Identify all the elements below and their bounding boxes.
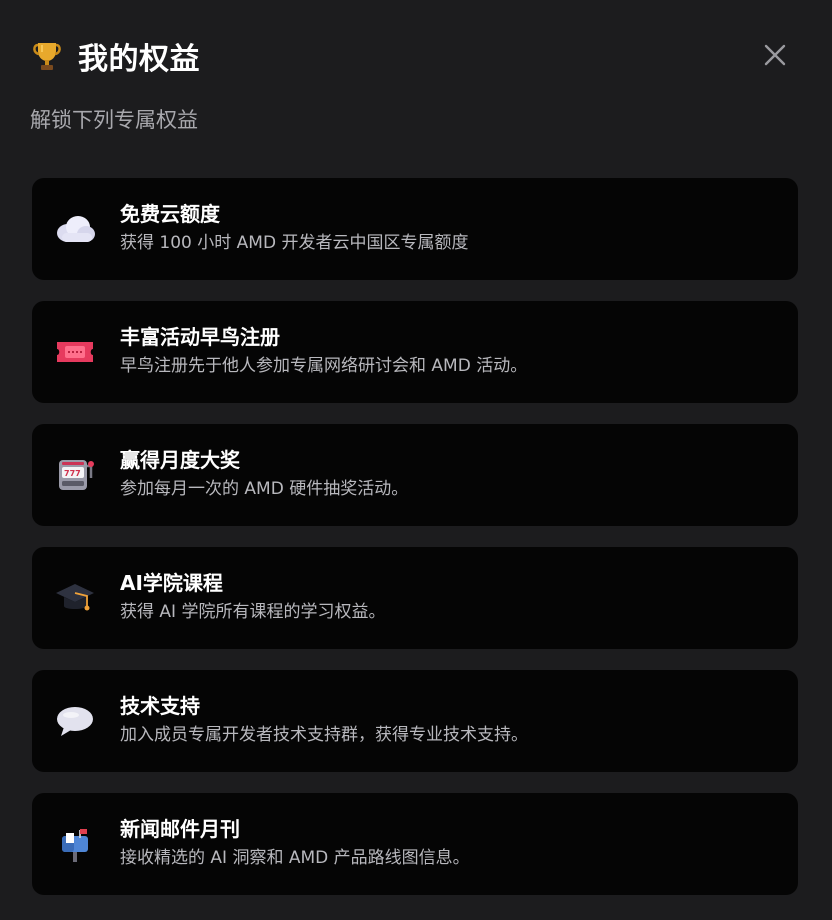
benefit-desc: 获得 100 小时 AMD 开发者云中国区专属额度 [120, 233, 469, 253]
benefit-title: 免费云额度 [120, 202, 220, 226]
benefit-title: 赢得月度大奖 [120, 448, 240, 472]
benefit-card-monthly-prize: 777 赢得月度大奖 参加每月一次的 AMD 硬件抽奖活动。 [32, 424, 798, 526]
benefits-list: 免费云额度 获得 100 小时 AMD 开发者云中国区专属额度 丰富活动早鸟注册… [32, 178, 798, 916]
benefits-dialog: 我的权益 解锁下列专属权益 免费云额度 获得 100 小时 AMD 开发者云中国… [0, 0, 832, 920]
page-title: 我的权益 [78, 42, 200, 77]
speech-bubble-icon [54, 701, 96, 741]
benefit-desc: 早鸟注册先于他人参加专属网络研讨会和 AMD 活动。 [120, 356, 528, 376]
benefit-desc: 加入成员专属开发者技术支持群，获得专业技术支持。 [120, 725, 528, 745]
benefit-card-cloud: 免费云额度 获得 100 小时 AMD 开发者云中国区专属额度 [32, 178, 798, 280]
benefit-card-early-registration: 丰富活动早鸟注册 早鸟注册先于他人参加专属网络研讨会和 AMD 活动。 [32, 301, 798, 403]
mailbox-icon [54, 824, 96, 864]
benefit-desc: 接收精选的 AI 洞察和 AMD 产品路线图信息。 [120, 848, 470, 868]
slot-machine-icon: 777 [54, 455, 96, 495]
benefit-card-tech-support: 技术支持 加入成员专属开发者技术支持群，获得专业技术支持。 [32, 670, 798, 772]
benefit-title: 丰富活动早鸟注册 [120, 325, 280, 349]
cloud-icon [54, 209, 96, 249]
close-button[interactable] [756, 36, 794, 74]
benefit-desc: 获得 AI 学院所有课程的学习权益。 [120, 602, 386, 622]
benefit-card-newsletter: 新闻邮件月刊 接收精选的 AI 洞察和 AMD 产品路线图信息。 [32, 793, 798, 895]
benefit-title: 新闻邮件月刊 [120, 817, 240, 841]
graduation-cap-icon [54, 578, 96, 618]
ticket-icon [54, 332, 96, 372]
dialog-header: 我的权益 [30, 32, 200, 80]
benefit-desc: 参加每月一次的 AMD 硬件抽奖活动。 [120, 479, 409, 499]
subtitle: 解锁下列专属权益 [30, 108, 198, 132]
benefit-title: 技术支持 [120, 694, 200, 718]
close-icon [764, 44, 786, 66]
benefit-title: AI学院课程 [120, 571, 223, 595]
trophy-icon [30, 39, 64, 73]
svg-text:777: 777 [64, 469, 81, 478]
benefit-card-ai-academy: AI学院课程 获得 AI 学院所有课程的学习权益。 [32, 547, 798, 649]
